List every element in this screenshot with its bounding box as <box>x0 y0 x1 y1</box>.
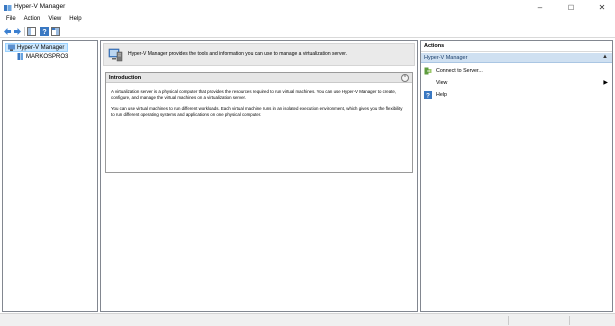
actions-pane: Actions Hyper-V Manager ▲ Connect to Ser… <box>420 40 613 312</box>
tree-item-label: Hyper-V Manager <box>17 44 65 51</box>
hyper-v-app-icon <box>4 5 12 11</box>
hyper-v-banner-icon <box>108 48 123 62</box>
svg-text:?: ? <box>42 29 46 36</box>
title-bar: Hyper-V Manager – ☐ ✕ <box>0 0 615 15</box>
action-label: View <box>436 80 448 86</box>
introduction-body: A virtualization server is a physical co… <box>111 89 407 123</box>
action-view[interactable]: View ▶ <box>421 78 612 88</box>
console-tree-pane: Hyper-V Manager MARKOSPRO3 <box>2 40 98 312</box>
menu-file[interactable]: File <box>2 15 20 25</box>
status-divider <box>508 316 509 325</box>
help-icon: ? <box>424 91 432 99</box>
menu-bar: File Action View Help <box>0 15 615 25</box>
help-icon[interactable]: ? <box>40 27 49 36</box>
status-bar <box>0 313 615 326</box>
connect-server-icon <box>424 67 432 75</box>
hyper-v-manager-icon <box>8 44 15 51</box>
action-label: Connect to Server... <box>436 68 483 74</box>
actions-group-hyper-v-manager[interactable]: Hyper-V Manager ▲ <box>421 53 612 63</box>
submenu-arrow-icon: ▶ <box>603 80 608 86</box>
show-hide-console-tree-icon[interactable] <box>27 27 36 36</box>
collapse-icon[interactable]: ⌃ <box>401 74 409 82</box>
actions-group-label: Hyper-V Manager <box>424 55 468 61</box>
tree-item-server[interactable]: MARKOSPRO3 <box>15 52 68 61</box>
intro-paragraph: You can use virtual machines to run diff… <box>111 106 403 117</box>
show-hide-action-pane-icon[interactable] <box>51 27 60 36</box>
action-connect-to-server[interactable]: Connect to Server... <box>421 66 612 76</box>
introduction-header[interactable]: Introduction ⌃ <box>106 73 412 83</box>
actions-header: Actions <box>421 41 612 52</box>
results-pane: Hyper-V Manager provides the tools and i… <box>100 40 418 312</box>
tree-item-label: MARKOSPRO3 <box>26 53 69 60</box>
window-title: Hyper-V Manager <box>14 3 66 10</box>
banner-text: Hyper-V Manager provides the tools and i… <box>128 51 348 57</box>
status-divider <box>569 316 570 325</box>
collapse-caret-icon[interactable]: ▲ <box>602 54 608 60</box>
svg-text:?: ? <box>426 93 430 100</box>
forward-arrow-icon[interactable] <box>13 27 22 36</box>
toolbar: ? <box>0 25 615 38</box>
menu-view[interactable]: View <box>44 15 65 25</box>
server-icon <box>17 53 23 60</box>
tree-item-hyper-v-manager[interactable]: Hyper-V Manager <box>5 43 69 52</box>
actions-title: Actions <box>424 43 445 49</box>
menu-action[interactable]: Action <box>20 15 45 25</box>
minimize-button[interactable]: – <box>529 0 551 15</box>
action-label: Help <box>436 92 447 98</box>
toolbar-separator <box>24 27 25 36</box>
back-arrow-icon[interactable] <box>3 27 12 36</box>
menu-help[interactable]: Help <box>65 15 85 25</box>
introduction-title: Introduction <box>109 75 142 81</box>
introduction-section: Introduction ⌃ A virtualization server i… <box>105 72 413 173</box>
info-banner: Hyper-V Manager provides the tools and i… <box>103 43 415 66</box>
maximize-button[interactable]: ☐ <box>560 0 582 15</box>
intro-paragraph: A virtualization server is a physical co… <box>111 89 397 100</box>
close-button[interactable]: ✕ <box>591 0 613 15</box>
action-help[interactable]: ? Help <box>421 90 612 100</box>
